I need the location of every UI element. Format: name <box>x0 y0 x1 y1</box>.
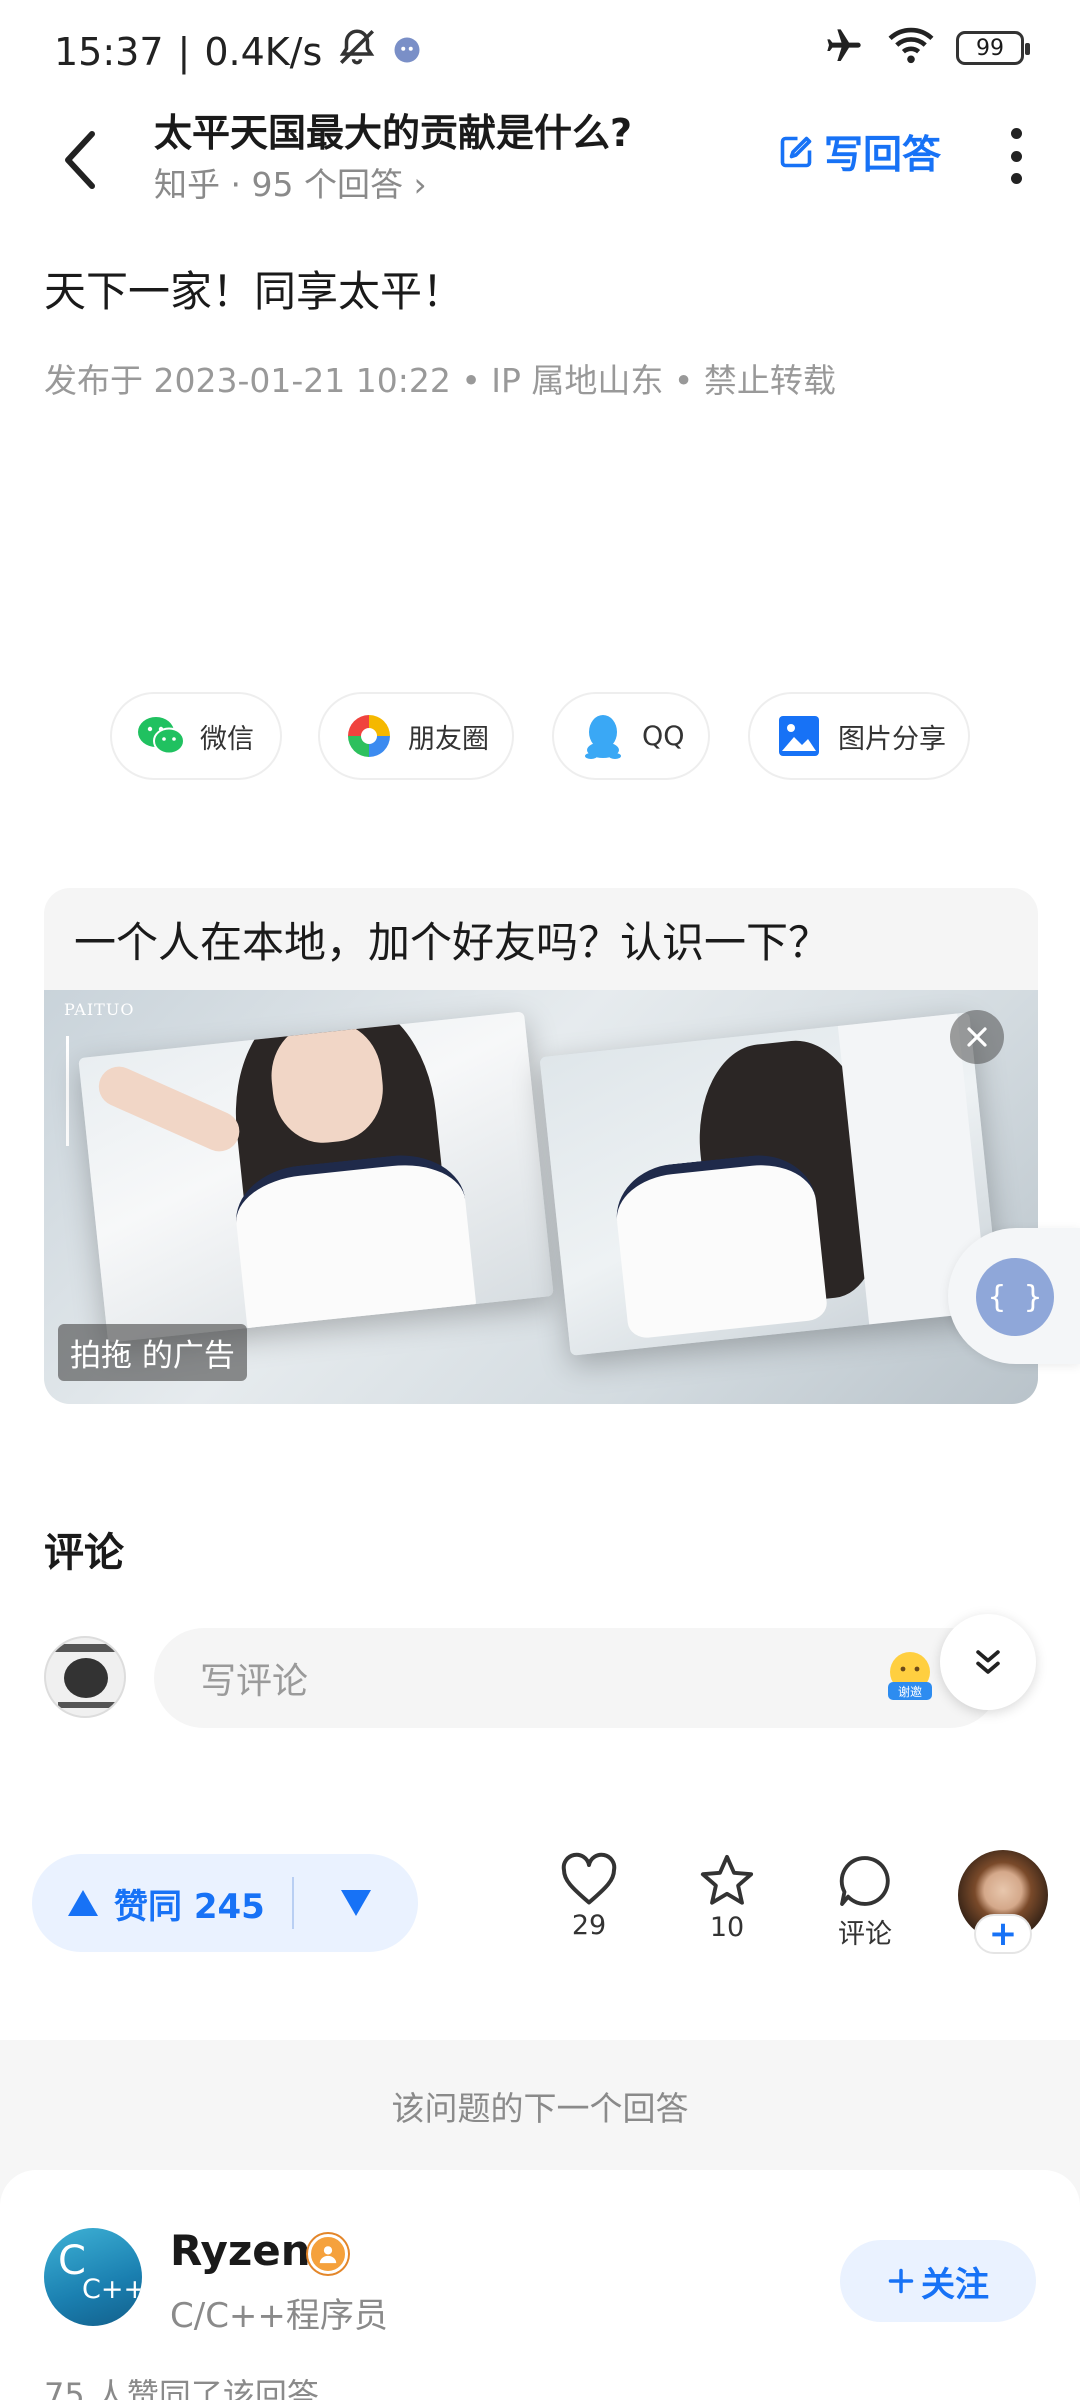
ad-photo-left <box>78 1011 554 1343</box>
comment-button[interactable]: 评论 <box>820 1852 910 1951</box>
close-icon <box>967 1027 987 1047</box>
battery-icon: 99 <box>956 31 1030 65</box>
back-arrow-icon <box>65 131 95 189</box>
wifi-icon <box>888 27 934 69</box>
triangle-down-icon <box>341 1890 371 1916</box>
ad-image[interactable]: PAITUO 拍拖 的广告 <box>44 990 1038 1404</box>
floating-assistant-icon: { } <box>976 1258 1054 1336</box>
ad-title[interactable]: 一个人在本地，加个好友吗？认识一下？ <box>44 888 1038 990</box>
comment-bubble-icon <box>839 1856 890 1906</box>
share-moments-button[interactable]: 朋友圈 <box>318 692 514 780</box>
collapse-button[interactable] <box>940 1614 1036 1710</box>
more-options-button[interactable] <box>996 126 1036 186</box>
wechat-icon <box>136 711 186 761</box>
user-badge-icon <box>308 2234 348 2274</box>
double-chevron-down-icon <box>976 1650 1000 1674</box>
next-user-bio: C/C++程序员 <box>170 2296 388 2336</box>
edit-icon <box>780 136 812 168</box>
ad-decor-bar <box>66 1036 69 1146</box>
ad-brand-logo: PAITUO <box>64 1000 135 1019</box>
more-dot-icon <box>1010 173 1022 184</box>
my-avatar[interactable] <box>44 1636 126 1718</box>
share-image-button[interactable]: 图片分享 <box>748 692 970 780</box>
follow-button[interactable]: 关注 <box>840 2240 1036 2322</box>
status-left: 15:37 | 0.4K/s <box>54 26 422 77</box>
question-title[interactable]: 太平天国最大的贡献是什么? <box>154 102 632 157</box>
answer-text: 天下一家！同享太平！ <box>44 267 465 316</box>
status-bar: 15:37 | 0.4K/s 99 <box>0 0 1080 96</box>
author-follow-button[interactable]: + <box>974 1914 1032 1954</box>
header: 太平天国最大的贡献是什么? 知乎 · 95 个回答 › 写回答 <box>0 96 1080 224</box>
next-user-avatar[interactable]: C C++ <box>44 2228 142 2326</box>
agree-label: 赞同 245 <box>114 1886 265 1927</box>
app-notification-icon <box>392 30 422 74</box>
back-button[interactable] <box>52 120 108 200</box>
mute-bell-icon <box>336 26 378 77</box>
share-label: 图片分享 <box>838 723 946 755</box>
qq-icon <box>578 711 628 761</box>
plus-icon <box>888 2268 914 2294</box>
more-dot-icon <box>1010 150 1022 162</box>
next-agree-count: 75 人赞同了该回答 <box>44 2376 319 2400</box>
next-answer-label[interactable]: 该问题的下一个回答 <box>0 2082 1080 2130</box>
svg-text:谢邀: 谢邀 <box>898 1684 922 1699</box>
status-speed: 0.4K/s <box>204 29 323 74</box>
emoji-icon[interactable]: 谢邀 <box>882 1648 938 1704</box>
agree-button[interactable]: 赞同 245 <box>32 1854 292 1952</box>
write-answer-button[interactable]: 写回答 <box>778 124 941 180</box>
ad-label: 拍拖 的广告 <box>58 1324 247 1381</box>
share-wechat-button[interactable]: 微信 <box>110 692 282 780</box>
favorite-count: 10 <box>709 1912 745 1943</box>
floating-widget[interactable]: { } <box>948 1228 1080 1364</box>
disagree-button[interactable] <box>294 1854 418 1952</box>
heart-icon <box>561 1852 617 1905</box>
status-right: 99 <box>822 26 1030 70</box>
moments-icon <box>344 711 394 761</box>
comment-label: 评论 <box>838 1919 892 1950</box>
share-row: 微信 朋友圈 QQ 图片分享 <box>0 692 1080 780</box>
write-answer-label: 写回答 <box>824 133 942 178</box>
next-user-name[interactable]: Ryzen <box>170 2226 311 2275</box>
vote-pill: 赞同 245 <box>32 1854 418 1952</box>
more-dot-icon <box>1010 128 1022 139</box>
follow-label: 关注 <box>921 2264 989 2305</box>
status-time: 15:37 <box>54 29 164 74</box>
ad-close-button[interactable] <box>950 1010 1004 1064</box>
ad-card[interactable]: 一个人在本地，加个好友吗？认识一下？ PAITUO 拍拖 的广告 <box>44 888 1038 1404</box>
card-bottom-edge <box>0 1990 1080 2040</box>
like-count: 29 <box>571 1910 607 1941</box>
favorite-button[interactable]: 10 <box>682 1852 772 1943</box>
airplane-mode-icon <box>822 26 866 70</box>
ad-photo-right <box>539 1012 1001 1356</box>
share-label: 微信 <box>200 723 254 755</box>
answer-meta: 发布于 2023-01-21 10:22 • IP 属地山东 • 禁止转载 <box>44 361 836 400</box>
share-label: QQ <box>642 720 685 752</box>
status-divider: | <box>177 29 191 74</box>
question-subtitle[interactable]: 知乎 · 95 个回答 › <box>154 158 427 206</box>
like-button[interactable]: 29 <box>544 1852 634 1941</box>
avatar-text: C++ <box>82 2274 142 2305</box>
share-qq-button[interactable]: QQ <box>552 692 710 780</box>
comment-input[interactable]: 写评论 <box>154 1628 1000 1728</box>
image-share-icon <box>774 711 824 761</box>
share-label: 朋友圈 <box>408 723 489 755</box>
triangle-up-icon <box>68 1890 98 1916</box>
comments-title: 评论 <box>44 1530 124 1576</box>
star-icon <box>700 1854 754 1905</box>
